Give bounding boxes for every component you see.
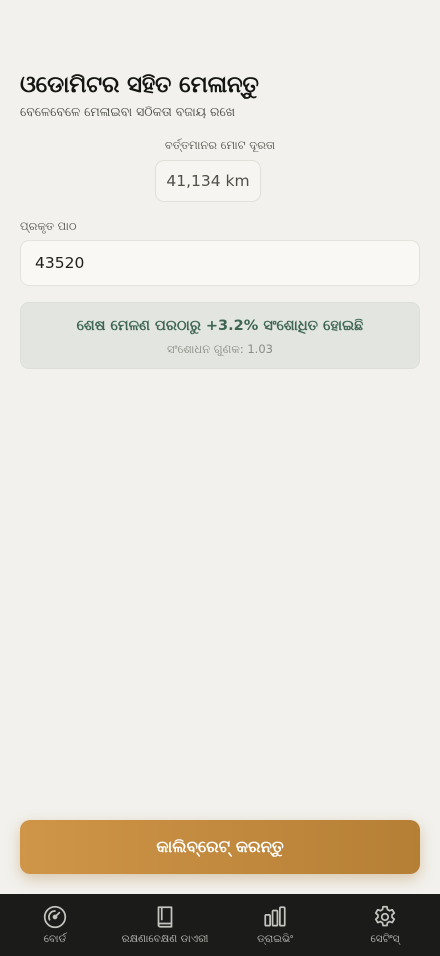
gauge-icon [43,905,67,929]
bar-chart-icon [264,906,286,927]
tab-driving-label: ଡ୍ରାଇଭିଂ [257,933,293,945]
current-total-distance-value: 41,134 km [155,160,261,202]
page-title: ଓଡୋମିଟର ସହିତ ମେଳାନ୍ତୁ [20,72,259,98]
tab-settings-label: ସେଟିଂସ୍ [370,933,400,945]
tab-settings[interactable]: ସେଟିଂସ୍ [330,894,440,956]
correction-message: ଶେଷ ମେଳଣ ପରଠାରୁ +3.2% ସଂଶୋଧିତ ହୋଇଛି [76,318,364,334]
actual-reading-label: ପ୍ରକୃତ ପାଠ [20,219,77,233]
tab-maintenance-diary[interactable]: ରକ୍ଷଣାବେକ୍ଷଣ ଡାଏରୀ [110,894,220,956]
actual-reading-input[interactable] [20,240,420,286]
correction-factor: ସଂଶୋଧନ ଗୁଣକ: 1.03 [167,342,273,356]
tab-dashboard-label: ବୋର୍ଡ [43,933,67,945]
tab-dashboard[interactable]: ବୋର୍ଡ [0,894,110,956]
correction-info-box: ଶେଷ ମେଳଣ ପରଠାରୁ +3.2% ସଂଶୋଧିତ ହୋଇଛି ସଂଶୋ… [20,302,420,369]
gear-icon [374,905,396,927]
calibrate-button[interactable]: କାଲିବ୍ରେଟ୍ କରନ୍ତୁ [20,820,420,874]
bottom-tab-bar: ବୋର୍ଡ ରକ୍ଷଣାବେକ୍ଷଣ ଡାଏରୀ ଡ୍ରାଇଭିଂ ସେଟିଂସ… [0,894,440,956]
tab-maintenance-diary-label: ରକ୍ଷଣାବେକ୍ଷଣ ଡାଏରୀ [121,933,209,945]
current-total-distance-label: ବର୍ତ୍ତମାନର ମୋଟ ଦୂରତା [164,138,276,152]
book-icon [157,906,173,928]
page-subtitle: ବେଳେବେଳେ ମେଳାଇବା ସଠିକତା ବଜାୟ ରଖେ [20,104,236,119]
tab-driving[interactable]: ଡ୍ରାଇଭିଂ [220,894,330,956]
